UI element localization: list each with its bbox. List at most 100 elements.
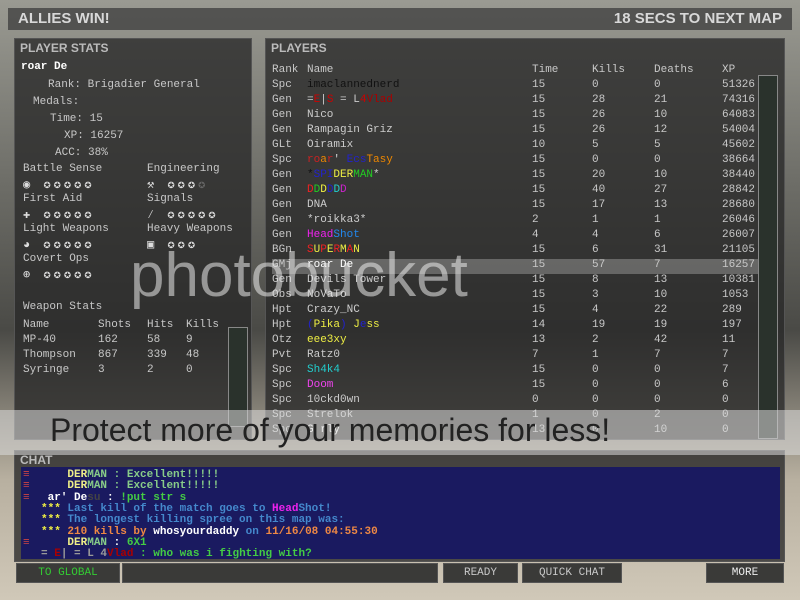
skill-label: Battle Sense bbox=[23, 163, 103, 175]
player-row[interactable]: Spc Doom 15 0 0 6 bbox=[272, 379, 777, 394]
player-name: NoVaTo bbox=[307, 289, 347, 301]
weapon-cell: 3 bbox=[98, 364, 105, 376]
player-row[interactable]: Spc Strelok 1 0 2 0 bbox=[272, 409, 777, 424]
player-row[interactable]: Pvt Ratz0 7 1 7 7 bbox=[272, 349, 777, 364]
player-row[interactable]: Spc G rly 13 0 10 0 bbox=[272, 424, 777, 439]
name-segment: DNA bbox=[307, 199, 327, 211]
chat-segment: *** bbox=[41, 502, 68, 515]
flag-icon: ≡ bbox=[23, 491, 30, 504]
player-row[interactable]: Obs NoVaTo 15 3 10 1053 bbox=[272, 289, 777, 304]
name-segment: ss bbox=[366, 319, 380, 331]
name-segment: * bbox=[307, 169, 314, 181]
player-row[interactable]: GMj roar De 15 57 7 16257 bbox=[272, 259, 777, 274]
name-segment: S bbox=[307, 244, 314, 256]
player-xp: 54004 bbox=[722, 124, 756, 136]
name-segment: * bbox=[373, 169, 380, 181]
player-row[interactable]: Spc imaclannednerd 15 0 0 51326 bbox=[272, 79, 777, 94]
quick-chat-button[interactable]: QUICK CHAT bbox=[522, 563, 622, 583]
player-deaths: 13 bbox=[654, 199, 668, 211]
player-deaths: 2 bbox=[654, 409, 661, 421]
player-row[interactable]: Gen Rampagin Griz 15 26 12 54004 bbox=[272, 124, 777, 139]
player-name: roar De bbox=[307, 259, 353, 271]
weapon-cell: 0 bbox=[186, 364, 193, 376]
chat-segment: DER bbox=[41, 469, 88, 481]
player-xp: 11 bbox=[722, 334, 736, 346]
player-row[interactable]: Gen HeadShot 4 4 6 26007 bbox=[272, 229, 777, 244]
name-segment: D bbox=[320, 184, 327, 196]
chat-line: *** Last kill of the match goes to HeadS… bbox=[41, 503, 331, 515]
skill-label: First Aid bbox=[23, 193, 83, 205]
star-icon: ✪ bbox=[208, 208, 219, 222]
signal-icon: ∕ bbox=[147, 208, 168, 222]
star-icon: ✪ bbox=[84, 208, 95, 222]
player-time: 14 bbox=[532, 319, 546, 331]
player-row[interactable]: Gen DNA 15 17 13 28680 bbox=[272, 199, 777, 214]
player-deaths: 19 bbox=[654, 319, 668, 331]
chat-segment: 6X1 bbox=[126, 536, 147, 549]
column-header[interactable]: Deaths bbox=[654, 64, 694, 76]
player-deaths: 10 bbox=[654, 424, 668, 436]
column-header[interactable]: XP bbox=[722, 64, 735, 76]
player-row[interactable]: Spc 10ckd0wn 0 0 0 0 bbox=[272, 394, 777, 409]
player-time: 15 bbox=[532, 304, 546, 316]
player-row[interactable]: Hpt (Pika) Jess 14 19 19 197 bbox=[272, 319, 777, 334]
player-row[interactable]: Otz eee3xy 13 2 42 11 bbox=[272, 334, 777, 349]
player-row[interactable]: Gen =E|S = L4Vlad 15 28 21 74316 bbox=[272, 94, 777, 109]
player-row[interactable]: BGn SUPERMAN 15 6 31 21105 bbox=[272, 244, 777, 259]
player-rank: Spc bbox=[272, 424, 292, 436]
player-rank: Gen bbox=[272, 94, 292, 106]
column-header[interactable]: Kills bbox=[592, 64, 625, 76]
player-deaths: 7 bbox=[654, 349, 661, 361]
player-row[interactable]: Spc roar' EcsTasy 15 0 0 38664 bbox=[272, 154, 777, 169]
player-name: Rampagin Griz bbox=[307, 124, 393, 136]
player-xp: 38664 bbox=[722, 154, 756, 166]
player-time: 13 bbox=[532, 424, 546, 436]
player-xp: 10381 bbox=[722, 274, 756, 286]
name-segment: N bbox=[353, 244, 360, 256]
player-xp: 74316 bbox=[722, 94, 756, 106]
player-rank: Gen bbox=[272, 169, 292, 181]
column-header[interactable]: Time bbox=[532, 64, 558, 76]
skill-label: Engineering bbox=[147, 163, 220, 175]
stats-scrollbar[interactable] bbox=[228, 327, 248, 427]
ready-button[interactable]: READY bbox=[443, 563, 518, 583]
player-row[interactable]: Hpt Crazy_NC 15 4 22 289 bbox=[272, 304, 777, 319]
chat-input[interactable] bbox=[122, 563, 438, 583]
player-time: 15 bbox=[532, 244, 546, 256]
name-segment: Vlad bbox=[366, 94, 393, 106]
player-kills: 4 bbox=[592, 229, 599, 241]
star-icon: ✪ bbox=[84, 268, 95, 282]
player-kills: 26 bbox=[592, 109, 606, 121]
star-icon: ✪ bbox=[53, 178, 64, 192]
player-rank: Obs bbox=[272, 289, 292, 301]
player-name: Doom bbox=[307, 379, 333, 391]
player-row[interactable]: Spc Sh4k4 15 0 0 7 bbox=[272, 364, 777, 379]
chat-segment: !put str s bbox=[120, 491, 187, 504]
column-header[interactable]: Rank bbox=[272, 64, 298, 76]
star-icon: ✪ bbox=[43, 178, 54, 192]
to-global-button[interactable]: TO GLOBAL bbox=[16, 563, 120, 583]
player-row[interactable]: Gen DDDDDD 15 40 27 28842 bbox=[272, 184, 777, 199]
more-button[interactable]: MORE bbox=[706, 563, 784, 583]
player-kills: 0 bbox=[592, 364, 599, 376]
player-time: 15 bbox=[532, 94, 546, 106]
player-row[interactable]: Gen Nico 15 26 10 64083 bbox=[272, 109, 777, 124]
player-rank: Gen bbox=[272, 214, 292, 226]
star-icon: ✪ bbox=[167, 208, 178, 222]
skill-stars: ∕ ✪✪✪✪✪ bbox=[147, 207, 219, 222]
player-rank: Spc bbox=[272, 379, 292, 391]
player-row[interactable]: Gen *roikka3* 2 1 1 26046 bbox=[272, 214, 777, 229]
player-row[interactable]: Gen Devils Tower 15 8 13 10381 bbox=[272, 274, 777, 289]
panel-title: PLAYER STATS bbox=[20, 41, 109, 55]
player-name: Crazy_NC bbox=[307, 304, 360, 316]
weapon-cell: 48 bbox=[186, 349, 200, 361]
column-header[interactable]: Name bbox=[307, 64, 333, 76]
name-segment: ro bbox=[307, 154, 321, 166]
players-scrollbar[interactable] bbox=[758, 75, 778, 439]
player-row[interactable]: GLt Oiramix 10 5 5 45602 bbox=[272, 139, 777, 154]
player-xp: 1053 bbox=[722, 289, 749, 301]
player-row[interactable]: Gen *SPIDERMAN* 15 20 10 38440 bbox=[272, 169, 777, 184]
player-deaths: 10 bbox=[654, 169, 668, 181]
player-kills: 1 bbox=[592, 214, 599, 226]
next-map-countdown: 18 SECS TO NEXT MAP bbox=[613, 10, 782, 27]
